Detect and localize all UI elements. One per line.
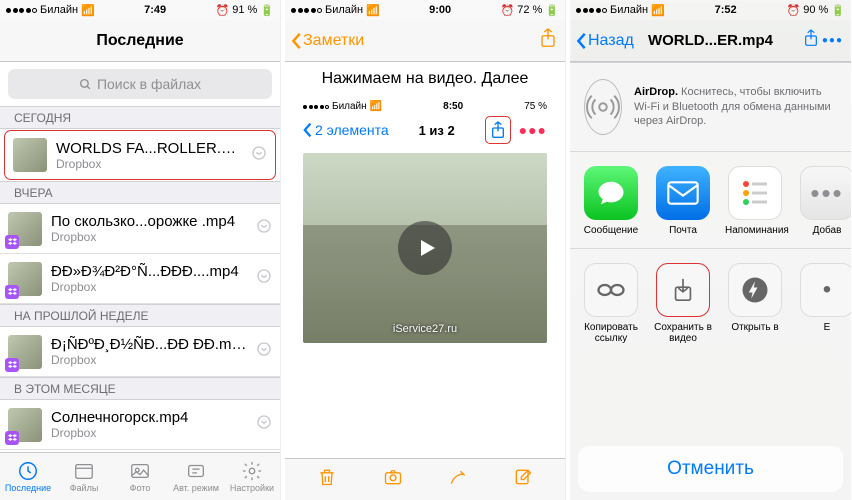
- counter: 1 из 2: [419, 123, 455, 138]
- screen-share: Билайн 📶 7:52 ⏰90 %🔋 Назад WORLD...ER.mp…: [570, 0, 851, 500]
- status-bar: Билайн 📶 9:00 ⏰72 %🔋: [285, 0, 565, 20]
- section-header: В ЭТОМ МЕСЯЦЕ: [0, 377, 280, 400]
- file-source: Dropbox: [51, 426, 247, 440]
- screen-notes: Билайн 📶 9:00 ⏰72 %🔋 Заметки Нажимаем на…: [285, 0, 566, 500]
- file-thumbnail: [8, 335, 42, 369]
- back-button[interactable]: Заметки: [291, 32, 364, 50]
- file-source: Dropbox: [51, 280, 247, 294]
- share-button[interactable]: [803, 28, 819, 53]
- nav-bar: Заметки: [285, 20, 565, 62]
- action-copy-link[interactable]: Копировать ссылку: [582, 263, 640, 344]
- share-apps: Сообщение Почта Напоминания •••Добав: [570, 152, 851, 249]
- dropbox-badge-icon: [5, 358, 19, 372]
- file-thumbnail: [13, 138, 47, 172]
- more-icon[interactable]: ●●●: [822, 35, 843, 46]
- more-icon[interactable]: ●●●: [519, 122, 547, 138]
- share-button[interactable]: [539, 27, 557, 54]
- share-sheet: AirDrop. Коснитесь, чтобы включить Wi-Fi…: [570, 62, 851, 500]
- file-name: Ð¡ÑÐºÐ¸Ð½ÑÐ...ÐÐ ÐÐ.mp4: [51, 336, 247, 353]
- watermark: iService27.ru: [393, 323, 457, 335]
- airdrop-row[interactable]: AirDrop. Коснитесь, чтобы включить Wi-Fi…: [570, 63, 851, 152]
- file-name: ÐÐ»Ð¾Ð²Ð°Ñ...ÐÐÐ....mp4: [51, 263, 247, 280]
- file-name: WORLDS FA...ROLLER.mp4: [56, 140, 242, 157]
- alarm-icon: ⏰: [501, 4, 515, 17]
- tab-settings[interactable]: Настройки: [224, 453, 280, 500]
- dropbox-badge-icon: [5, 235, 19, 249]
- cancel-button[interactable]: Отменить: [578, 446, 843, 492]
- inner-status-bar: Билайн📶 8:50 75 %: [303, 98, 547, 115]
- status-bar: Билайн 📶 7:49 ⏰91 %🔋: [0, 0, 280, 20]
- file-row[interactable]: По скользко...орожке .mp4Dropbox: [0, 204, 280, 254]
- page-title: WORLD...ER.mp4: [648, 32, 773, 49]
- chevron-down-icon: [251, 145, 267, 166]
- tab-files[interactable]: Файлы: [56, 453, 112, 500]
- airdrop-text: AirDrop. Коснитесь, чтобы включить Wi-Fi…: [634, 85, 837, 130]
- file-thumbnail: [8, 212, 42, 246]
- action-save-video[interactable]: Сохранить в видео: [654, 263, 712, 344]
- chevron-down-icon: [256, 414, 272, 435]
- airdrop-icon: [584, 79, 622, 135]
- section-header: ВЧЕРА: [0, 181, 280, 204]
- share-button-inner[interactable]: [485, 116, 511, 144]
- camera-icon[interactable]: [382, 467, 404, 492]
- alarm-icon: ⏰: [216, 4, 230, 17]
- file-name: Солнечногорск.mp4: [51, 409, 247, 426]
- play-button[interactable]: [398, 221, 452, 275]
- trash-icon[interactable]: [317, 466, 337, 493]
- section-header: СЕГОДНЯ: [0, 106, 280, 129]
- nav-bar: Назад WORLD...ER.mp4 ●●●: [570, 20, 851, 62]
- file-thumbnail: [8, 262, 42, 296]
- page-title: Последние: [96, 32, 183, 50]
- file-list: СЕГОДНЯ WORLDS FA...ROLLER.mp4Dropbox ВЧ…: [0, 106, 280, 500]
- file-row[interactable]: Ð¡ÑÐºÐ¸Ð½ÑÐ...ÐÐ ÐÐ.mp4Dropbox: [0, 327, 280, 377]
- notes-toolbar: [285, 458, 565, 500]
- action-more[interactable]: •Е: [798, 263, 851, 344]
- file-row[interactable]: ÐÐ»Ð¾Ð²Ð°Ñ...ÐÐÐ....mp4Dropbox: [0, 254, 280, 304]
- tab-bar: Последние Файлы Фото Авт. режим Настройк…: [0, 452, 280, 500]
- video-thumbnail[interactable]: iService27.ru: [303, 153, 547, 343]
- app-more[interactable]: •••Добав: [798, 166, 851, 236]
- action-open-in[interactable]: Открыть в: [726, 263, 784, 344]
- back-button[interactable]: Назад: [576, 32, 634, 50]
- screen-files: Билайн 📶 7:49 ⏰91 %🔋 Последние Поиск в ф…: [0, 0, 281, 500]
- file-source: Dropbox: [51, 353, 247, 367]
- tab-auto[interactable]: Авт. режим: [168, 453, 224, 500]
- alarm-icon: ⏰: [787, 4, 801, 17]
- nav-bar: Последние: [0, 20, 280, 62]
- file-row[interactable]: WORLDS FA...ROLLER.mp4Dropbox: [4, 130, 276, 180]
- file-source: Dropbox: [51, 230, 247, 244]
- chevron-down-icon: [256, 218, 272, 239]
- share-actions: Копировать ссылку Сохранить в видео Откр…: [570, 249, 851, 356]
- compose-icon[interactable]: [513, 467, 533, 492]
- file-source: Dropbox: [56, 157, 242, 171]
- file-name: По скользко...орожке .mp4: [51, 213, 247, 230]
- dropbox-badge-icon: [5, 285, 19, 299]
- tab-recent[interactable]: Последние: [0, 453, 56, 500]
- app-reminders[interactable]: Напоминания: [726, 166, 784, 236]
- dropbox-badge-icon: [5, 431, 19, 445]
- file-thumbnail: [8, 408, 42, 442]
- file-row[interactable]: Солнечногорск.mp4Dropbox: [0, 400, 280, 450]
- note-heading: Нажимаем на видео. Далее: [285, 62, 565, 98]
- status-bar: Билайн 📶 7:52 ⏰90 %🔋: [570, 0, 851, 20]
- section-header: НА ПРОШЛОЙ НЕДЕЛЕ: [0, 304, 280, 327]
- app-mail[interactable]: Почта: [654, 166, 712, 236]
- app-messages[interactable]: Сообщение: [582, 166, 640, 236]
- inner-back-button[interactable]: 2 элемента: [303, 122, 389, 138]
- tab-photos[interactable]: Фото: [112, 453, 168, 500]
- chevron-down-icon: [256, 341, 272, 362]
- chevron-down-icon: [256, 268, 272, 289]
- inner-nav: 2 элемента 1 из 2 ●●●: [303, 115, 547, 145]
- draw-icon[interactable]: [448, 467, 468, 492]
- search-input[interactable]: Поиск в файлах: [8, 69, 272, 99]
